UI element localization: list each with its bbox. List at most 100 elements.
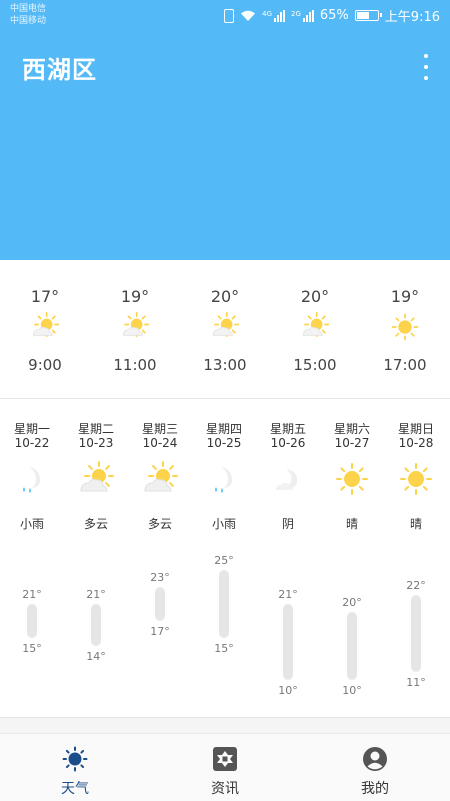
day-high: 23° — [150, 570, 170, 584]
day-low: 15° — [214, 642, 234, 656]
sun-icon — [334, 461, 370, 497]
day-date: 10-23 — [78, 436, 114, 450]
day-low: 14° — [86, 650, 106, 664]
day-weekday: 星期三 — [141, 422, 178, 436]
day-item: 星期六 10-27 晴 20° 10° — [320, 399, 384, 717]
day-condition: 小雨 — [211, 517, 236, 531]
news-icon — [212, 746, 238, 772]
sun-icon — [390, 312, 420, 342]
day-date: 10-28 — [398, 436, 434, 450]
wifi-icon — [240, 10, 256, 22]
day-weekday: 星期一 — [13, 422, 50, 436]
temp-range-bar — [347, 611, 357, 681]
carrier-info: 中国电信 中国移动 — [10, 3, 46, 27]
weather-header: 西湖区 — [0, 30, 450, 260]
daily-forecast: 星期一 10-22 小雨 21° 15° 星期二 10-23 多云 21° 14… — [0, 399, 450, 718]
hourly-forecast: 17° 9:00 19° 11:00 20° 13:00 20° 15:00 1… — [0, 260, 450, 399]
day-item: 星期五 10-26 阴 21° 10° — [256, 399, 320, 717]
signal-2-icon: 2G — [291, 9, 314, 22]
day-item: 星期三 10-24 多云 23° 17° — [128, 399, 192, 717]
day-condition: 晴 — [345, 517, 358, 531]
clock: 上午9:16 — [384, 10, 440, 25]
hour-time: 15:00 — [293, 356, 337, 374]
battery-fill — [356, 12, 370, 19]
temp-range-bar — [283, 603, 293, 681]
nav-weather-tab[interactable]: 天气 — [0, 734, 150, 801]
day-high: 25° — [214, 553, 234, 567]
sun-icon — [398, 461, 434, 497]
carrier-1: 中国电信 — [10, 4, 47, 14]
battery-percent: 65% — [319, 8, 349, 23]
cloudy-icon — [142, 461, 178, 497]
day-high: 22° — [406, 579, 426, 593]
temp-range-bar — [27, 603, 37, 639]
day-high: 21° — [278, 587, 298, 601]
day-weekday: 星期四 — [205, 422, 242, 436]
day-item: 星期日 10-28 晴 22° 11° — [384, 399, 448, 717]
partly-sunny-icon — [300, 312, 330, 342]
day-condition: 小雨 — [19, 517, 44, 531]
day-date: 10-27 — [334, 436, 370, 450]
day-condition: 多云 — [83, 517, 108, 531]
partly-sunny-icon — [30, 312, 60, 342]
hour-time: 11:00 — [113, 356, 157, 374]
day-date: 10-24 — [142, 436, 178, 450]
nav-profile-tab[interactable]: 我的 — [300, 734, 450, 801]
status-bar: 中国电信 中国移动 4G 2G 65% 上午9:16 — [0, 0, 450, 30]
day-item: 星期一 10-22 小雨 21° 15° — [0, 399, 64, 717]
bottom-nav: 天气 资讯 我的 — [0, 733, 450, 801]
rain-icon — [206, 461, 242, 497]
cloudy-icon — [78, 461, 114, 497]
profile-icon — [362, 746, 388, 772]
day-low: 10° — [342, 684, 362, 698]
day-weekday: 星期五 — [269, 422, 306, 436]
day-item: 星期四 10-25 小雨 25° 15° — [192, 399, 256, 717]
day-item: 星期二 10-23 多云 21° 14° — [64, 399, 128, 717]
day-high: 21° — [22, 587, 42, 601]
nav-profile-label: 我的 — [361, 781, 389, 797]
partly-sunny-icon — [210, 312, 240, 342]
day-weekday: 星期日 — [397, 422, 434, 436]
day-high: 21° — [86, 587, 106, 601]
temp-range-bar — [411, 595, 421, 672]
day-condition: 多云 — [147, 517, 172, 531]
battery-icon — [354, 10, 382, 21]
day-low: 11° — [406, 675, 426, 689]
hour-time: 17:00 — [383, 356, 427, 374]
rain-icon — [14, 461, 50, 497]
nav-news-label: 资讯 — [211, 781, 239, 797]
day-date: 10-26 — [270, 436, 306, 450]
hour-temp: 19° — [390, 287, 420, 306]
day-date: 10-22 — [14, 436, 50, 450]
city-title: 西湖区 — [22, 56, 97, 84]
hour-temp: 20° — [210, 287, 240, 306]
signal-2-tag: 2G — [291, 9, 301, 18]
hour-temp: 17° — [30, 287, 60, 306]
day-weekday: 星期六 — [333, 422, 370, 436]
day-condition: 阴 — [281, 517, 294, 531]
temp-range-bar — [219, 569, 229, 639]
day-high: 20° — [342, 595, 362, 609]
day-low: 15° — [22, 642, 42, 656]
day-date: 10-25 — [206, 436, 242, 450]
temp-range-bar — [155, 586, 165, 622]
signal-1-tag: 4G — [262, 9, 272, 18]
nav-news-tab[interactable]: 资讯 — [150, 734, 300, 801]
carrier-2: 中国移动 — [10, 16, 47, 26]
hour-time: 9:00 — [28, 356, 62, 374]
day-condition: 晴 — [409, 517, 422, 531]
temp-range-bar — [91, 603, 101, 647]
vibrate-icon — [224, 8, 235, 23]
signal-1-icon: 4G — [262, 9, 285, 22]
status-icons: 4G 2G 65% 上午9:16 — [224, 6, 440, 25]
hour-temp: 19° — [120, 287, 150, 306]
overcast-icon — [270, 461, 306, 497]
nav-weather-label: 天气 — [61, 781, 89, 797]
partly-sunny-icon — [120, 312, 150, 342]
hour-temp: 20° — [300, 287, 330, 306]
weather-sun-icon — [62, 746, 88, 772]
day-weekday: 星期二 — [77, 422, 114, 436]
day-low: 17° — [150, 625, 170, 639]
day-low: 10° — [278, 684, 298, 698]
more-menu-icon[interactable] — [420, 54, 432, 80]
